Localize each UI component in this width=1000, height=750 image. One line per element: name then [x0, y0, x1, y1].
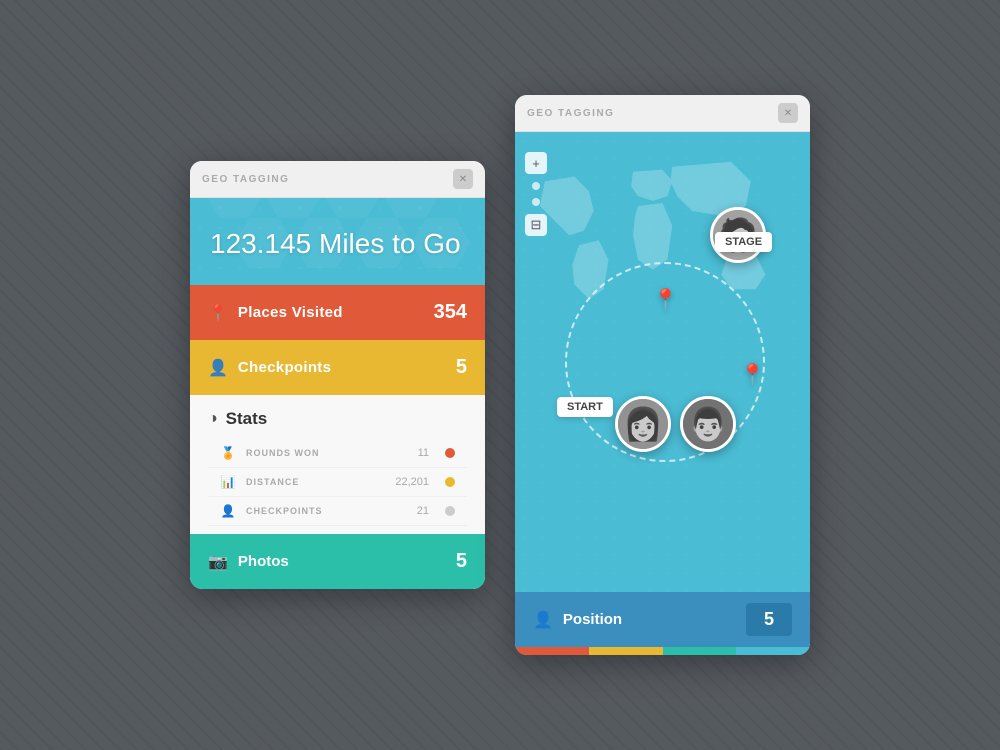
distance-label: DISTANCE: [246, 477, 385, 487]
stats-title-text: Stats: [226, 409, 268, 429]
stage-label: STAGE: [715, 232, 772, 252]
map-pin-icon-right: 📍: [740, 362, 765, 387]
pin-top: 📍: [653, 287, 678, 312]
hero-section: 123.145 Miles to Go: [190, 198, 485, 285]
map-pin-icon-top: 📍: [653, 287, 678, 312]
position-bar: 👤 Position 5: [515, 592, 810, 647]
map-dot-1: [532, 182, 540, 190]
card-title-right: GEO TAGGING: [527, 108, 614, 119]
card-right: GEO TAGGING ✕ + ⊟: [515, 95, 810, 655]
zoom-out-btn[interactable]: ⊟: [525, 214, 547, 236]
hero-text: 123.145 Miles to Go: [210, 228, 465, 260]
stat-rounds-won: 🏅 ROUNDS WON 11: [208, 439, 467, 468]
checkpoints-stat-value: 21: [417, 505, 429, 517]
places-value: 354: [434, 301, 467, 324]
pin-right: 📍: [740, 362, 765, 387]
avatar-bottom-left: 👩: [615, 396, 671, 452]
trophy-icon: 🏅: [220, 446, 236, 460]
checkpoints-dot: [445, 506, 455, 516]
map-section: + ⊟ 📍 📍 START STAGE 🧑 👩: [515, 132, 810, 592]
places-left: 📍 Places Visited: [208, 303, 343, 323]
card-left: GEO TAGGING ✕ 123.145 Miles to Go 📍 Plac…: [190, 161, 485, 589]
camera-icon: 📷: [208, 552, 228, 572]
distance-value: 22,201: [395, 476, 429, 488]
avatar-face-left: 👩: [618, 399, 668, 449]
rounds-dot: [445, 448, 455, 458]
position-label-text: Position: [563, 611, 622, 628]
chart-icon: 📊: [220, 475, 236, 489]
map-sidebar: + ⊟: [525, 152, 547, 236]
checkpoints-left: 👤 Checkpoints: [208, 358, 331, 378]
checkpoints-stat-label: CHECKPOINTS: [246, 506, 407, 516]
checkpoints-value: 5: [456, 356, 467, 379]
rounds-value: 11: [418, 447, 429, 459]
card-title-left: GEO TAGGING: [202, 174, 289, 185]
color-seg-green: [663, 647, 737, 655]
stat-distance: 📊 DISTANCE 22,201: [208, 468, 467, 497]
map-dot-2: [532, 198, 540, 206]
position-person-icon: 👤: [533, 610, 553, 630]
color-bar: [515, 647, 810, 655]
color-seg-blue: [736, 647, 810, 655]
checkpoints-row[interactable]: 👤 Checkpoints 5: [190, 340, 485, 395]
distance-dot: [445, 477, 455, 487]
position-left: 👤 Position: [533, 610, 622, 630]
card-header-right: GEO TAGGING ✕: [515, 95, 810, 132]
person-icon: 👤: [208, 358, 228, 378]
user-icon: 👤: [220, 504, 236, 518]
zoom-in-btn[interactable]: +: [525, 152, 547, 174]
color-seg-red: [515, 647, 589, 655]
checkpoints-label: Checkpoints: [238, 359, 331, 376]
photos-value: 5: [456, 550, 467, 573]
card-header-left: GEO TAGGING ✕: [190, 161, 485, 198]
start-label: START: [557, 397, 613, 417]
photos-row[interactable]: 📷 Photos 5: [190, 534, 485, 589]
close-button-left[interactable]: ✕: [453, 169, 473, 189]
places-label: Places Visited: [238, 304, 343, 321]
photos-label: Photos: [238, 553, 289, 570]
photos-left: 📷 Photos: [208, 552, 289, 572]
location-icon: 📍: [208, 303, 228, 323]
stats-section: ◑ Stats 🏅 ROUNDS WON 11 📊 DISTANCE 22,20…: [190, 395, 485, 534]
close-button-right[interactable]: ✕: [778, 103, 798, 123]
color-seg-yellow: [589, 647, 663, 655]
places-row[interactable]: 📍 Places Visited 354: [190, 285, 485, 340]
stat-checkpoints: 👤 CHECKPOINTS 21: [208, 497, 467, 526]
pie-chart-icon: ◑: [208, 410, 218, 428]
rounds-label: ROUNDS WON: [246, 448, 408, 458]
position-value: 5: [746, 603, 792, 636]
stats-title-row: ◑ Stats: [208, 409, 467, 429]
avatar-face-right: 👨: [683, 399, 733, 449]
avatar-bottom-right: 👨: [680, 396, 736, 452]
